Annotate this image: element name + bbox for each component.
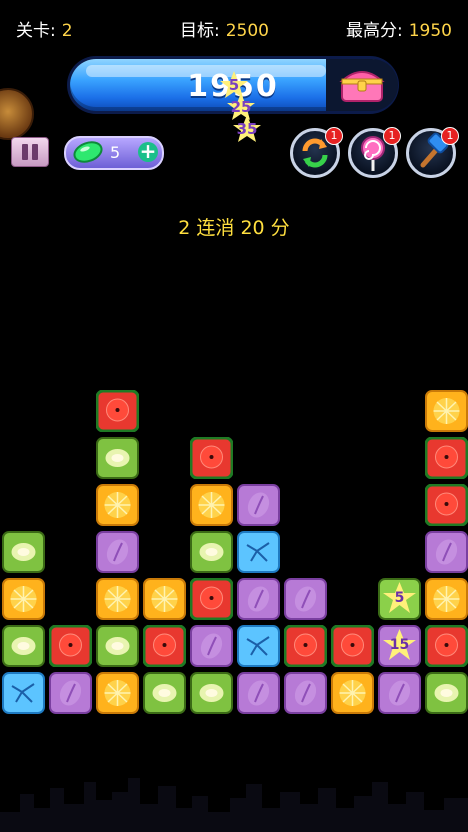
watermelon-tile[interactable] bbox=[425, 625, 468, 667]
grape-tile[interactable] bbox=[237, 578, 280, 620]
watermelon-tile[interactable] bbox=[425, 484, 468, 526]
orange-tile[interactable] bbox=[96, 484, 139, 526]
orange-tile[interactable] bbox=[143, 578, 186, 620]
kiwi-tile[interactable] bbox=[425, 672, 468, 714]
kiwi-tile[interactable] bbox=[190, 672, 233, 714]
city-skyline-decoration bbox=[0, 778, 468, 832]
game-board: 5 15 bbox=[0, 0, 468, 832]
grape-tile[interactable] bbox=[190, 625, 233, 667]
watermelon-tile[interactable] bbox=[190, 437, 233, 479]
grape-tile[interactable] bbox=[237, 484, 280, 526]
watermelon-tile[interactable] bbox=[331, 625, 374, 667]
kiwi-tile[interactable] bbox=[96, 437, 139, 479]
kiwi-tile[interactable] bbox=[190, 531, 233, 573]
ice-tile[interactable] bbox=[237, 531, 280, 573]
kiwi-tile[interactable] bbox=[2, 531, 45, 573]
kiwi-tile[interactable] bbox=[2, 625, 45, 667]
orange-tile[interactable] bbox=[425, 390, 468, 432]
grape-tile[interactable] bbox=[284, 672, 327, 714]
ice-tile[interactable] bbox=[237, 625, 280, 667]
bonus-star-value: 15 bbox=[389, 637, 410, 653]
bonus-star-tile[interactable]: 15 bbox=[378, 625, 421, 667]
kiwi-tile[interactable] bbox=[143, 672, 186, 714]
watermelon-tile[interactable] bbox=[284, 625, 327, 667]
grape-tile[interactable] bbox=[425, 531, 468, 573]
watermelon-tile[interactable] bbox=[143, 625, 186, 667]
game-screen: { "topbar": { "level_label": "关卡:", "lev… bbox=[0, 0, 468, 832]
grape-tile[interactable] bbox=[237, 672, 280, 714]
bonus-star-tile[interactable]: 5 bbox=[378, 578, 421, 620]
bonus-star-value: 5 bbox=[394, 590, 405, 606]
orange-tile[interactable] bbox=[96, 672, 139, 714]
grape-tile[interactable] bbox=[378, 672, 421, 714]
orange-tile[interactable] bbox=[2, 578, 45, 620]
orange-tile[interactable] bbox=[190, 484, 233, 526]
watermelon-tile[interactable] bbox=[96, 390, 139, 432]
orange-tile[interactable] bbox=[96, 578, 139, 620]
orange-tile[interactable] bbox=[331, 672, 374, 714]
watermelon-tile[interactable] bbox=[190, 578, 233, 620]
grape-tile[interactable] bbox=[49, 672, 92, 714]
ice-tile[interactable] bbox=[2, 672, 45, 714]
orange-tile[interactable] bbox=[425, 578, 468, 620]
kiwi-tile[interactable] bbox=[96, 625, 139, 667]
grape-tile[interactable] bbox=[284, 578, 327, 620]
watermelon-tile[interactable] bbox=[425, 437, 468, 479]
watermelon-tile[interactable] bbox=[49, 625, 92, 667]
grape-tile[interactable] bbox=[96, 531, 139, 573]
